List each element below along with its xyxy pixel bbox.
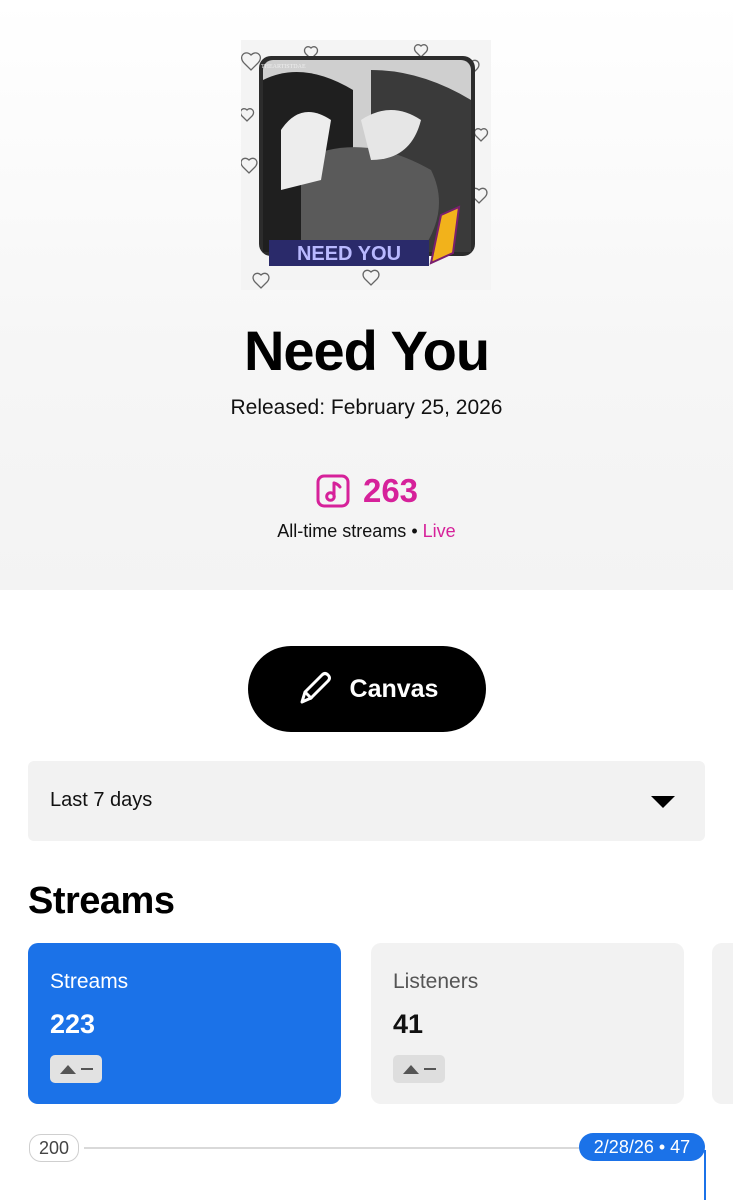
triangle-up-icon	[402, 1064, 419, 1074]
metric-value: 223	[50, 1009, 96, 1039]
metric-card-more[interactable]	[712, 943, 733, 1104]
trend-badge	[393, 1055, 445, 1083]
live-label: Live	[422, 521, 456, 541]
trend-badge	[50, 1055, 102, 1083]
metric-card-streams[interactable]: Streams 223	[28, 943, 341, 1104]
album-art-image: NEED YOU THEARTISTDAE	[241, 40, 491, 290]
all-time-caption: All-time streams • Live	[0, 521, 733, 542]
canvas-button-label: Canvas	[349, 674, 439, 703]
period-select-value: Last 7 days	[50, 789, 153, 811]
release-date: Released: February 25, 2026	[230, 396, 503, 419]
caret-down-icon	[651, 796, 675, 808]
all-time-streams-value: 263	[362, 472, 419, 509]
period-select[interactable]: Last 7 days	[28, 761, 705, 841]
triangle-up-icon	[59, 1064, 76, 1074]
dash-icon	[423, 1068, 436, 1070]
section-title: Streams	[28, 880, 175, 922]
all-time-streams: 263	[0, 472, 733, 510]
track-title: Need You	[243, 319, 490, 382]
chart-gridline	[84, 1147, 584, 1149]
cover-title-art: NEED YOU	[297, 243, 401, 265]
metric-label: Listeners	[393, 970, 479, 993]
music-note-icon	[316, 474, 350, 508]
canvas-button[interactable]: Canvas	[248, 646, 486, 732]
chart-cursor[interactable]	[704, 1150, 706, 1200]
y-axis-tick: 200	[29, 1134, 80, 1162]
separator-dot: •	[411, 521, 418, 541]
pencil-icon	[300, 672, 331, 704]
metric-value: 41	[393, 1009, 424, 1039]
metric-label: Streams	[50, 970, 129, 993]
cover-artist-art: THEARTISTDAE	[261, 64, 306, 70]
album-cover[interactable]: NEED YOU THEARTISTDAE	[241, 40, 491, 290]
dash-icon	[80, 1068, 93, 1070]
chart-tooltip: 2/28/26 • 47	[579, 1133, 705, 1161]
all-time-label: All-time streams	[277, 521, 407, 541]
metric-card-listeners[interactable]: Listeners 41	[371, 943, 684, 1104]
